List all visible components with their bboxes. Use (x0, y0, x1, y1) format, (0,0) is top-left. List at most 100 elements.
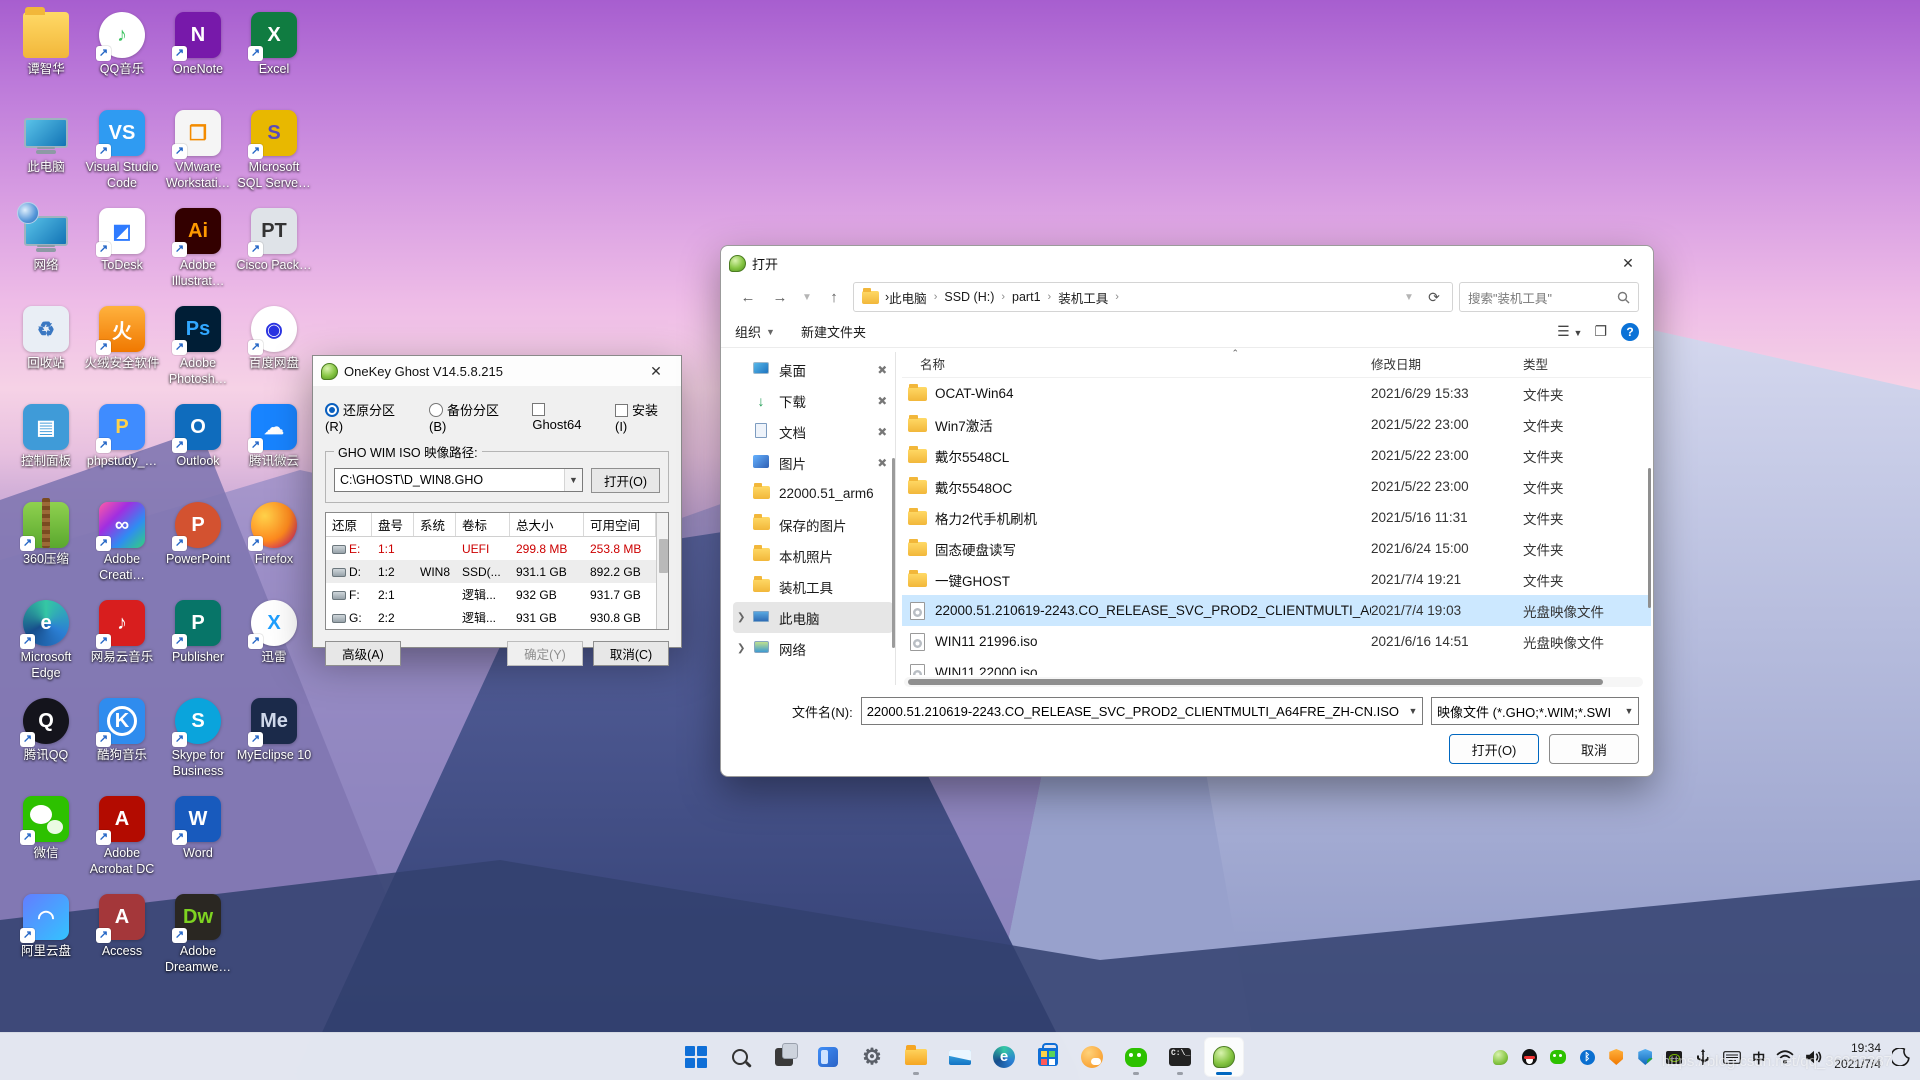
tray-defender-icon[interactable] (1636, 1048, 1654, 1066)
partition-column-header[interactable]: 还原 (326, 513, 372, 536)
desktop-icon-acrobat[interactable]: AAdobe Acrobat DC (84, 796, 160, 877)
desktop-icon-publisher[interactable]: PPublisher (160, 600, 236, 666)
desktop-icon-photoshop[interactable]: PsAdobe Photosh… (160, 306, 236, 387)
desktop-icon-outlook[interactable]: OOutlook (160, 404, 236, 470)
file-row[interactable]: 固态硬盘读写 2021/6/24 15:00 文件夹 (902, 533, 1651, 564)
desktop-icon-control[interactable]: ▤ 控制面板 (8, 404, 84, 470)
file-row[interactable]: WIN11 21996.iso 2021/6/16 14:51 光盘映像文件 (902, 626, 1651, 657)
desktop-icon-excel[interactable]: XExcel (236, 12, 312, 78)
desktop-icon-cisco[interactable]: PTCisco Pack… (236, 208, 312, 274)
breadcrumb-item[interactable]: 装机工具 (1058, 288, 1108, 307)
open-dialog-close-button[interactable]: ✕ (1611, 251, 1645, 275)
taskbar-start-button[interactable] (676, 1037, 716, 1077)
desktop-icon-huorong[interactable]: 火火绒安全软件 (84, 306, 160, 372)
breadcrumb-item[interactable]: SSD (H:) (944, 290, 994, 304)
file-row[interactable]: 格力2代手机刷机 2021/5/16 11:31 文件夹 (902, 502, 1651, 533)
file-row[interactable]: 戴尔5548OC 2021/5/22 23:00 文件夹 (902, 471, 1651, 502)
new-folder-button[interactable]: 新建文件夹 (801, 322, 866, 341)
back-button[interactable]: ← (735, 284, 761, 310)
ghost64-checkbox[interactable]: Ghost64 (532, 402, 597, 432)
tray-usb-icon[interactable] (1694, 1048, 1712, 1066)
desktop-icon-zip360[interactable]: 360压缩 (8, 498, 84, 568)
sidebar-item-下载[interactable]: ↓ 下载 ✚ (733, 385, 893, 416)
desktop-icon-qqmusic[interactable]: ♪QQ音乐 (84, 12, 160, 78)
taskbar-onekey-ghost-button[interactable] (1204, 1037, 1244, 1077)
sidebar-item-本机照片[interactable]: 本机照片 (733, 540, 893, 571)
organize-menu[interactable]: 组织 ▼ (735, 322, 775, 341)
partition-column-header[interactable]: 系统 (414, 513, 456, 536)
taskbar-search-button[interactable] (720, 1037, 760, 1077)
desktop-icon-illustrator[interactable]: AiAdobe Illustrat… (160, 208, 236, 289)
desktop-icon-network[interactable]: 网络 (8, 202, 84, 274)
partition-table-scrollbar[interactable] (656, 513, 668, 629)
backup-partition-radio[interactable]: 备份分区(B) (429, 400, 514, 434)
tray-huorong-icon[interactable] (1607, 1048, 1625, 1066)
horizontal-scrollbar[interactable] (904, 677, 1643, 687)
desktop-icon-wechat[interactable]: 微信 (8, 796, 84, 862)
desktop-icon-phpstudy[interactable]: Pphpstudy_… (84, 404, 160, 470)
desktop-icon-netease[interactable]: ♪网易云音乐 (84, 600, 160, 666)
breadcrumb-item[interactable]: 此电脑 (889, 288, 927, 307)
sidebar-item-保存的图片[interactable]: 保存的图片 (733, 509, 893, 540)
ghost-browse-open-button[interactable]: 打开(O) (590, 468, 660, 493)
desktop-icon-edge[interactable]: eMicrosoft Edge (8, 600, 84, 681)
breadcrumb-item[interactable]: part1 (1012, 290, 1041, 304)
desktop-icon-vmware[interactable]: ❒VMware Workstati… (160, 110, 236, 191)
image-path-combobox[interactable]: C:\GHOST\D_WIN8.GHO ▼ (334, 468, 583, 492)
tray-wechat-icon[interactable] (1549, 1048, 1567, 1066)
install-checkbox[interactable]: 安装(I) (614, 400, 669, 434)
expand-chevron-icon[interactable]: ❯ (737, 612, 751, 623)
tray-qq-icon[interactable] (1520, 1048, 1538, 1066)
partition-row[interactable]: G: 2:2 逻辑... 931 GB 930.8 GB (326, 606, 656, 629)
forward-button[interactable]: → (767, 284, 793, 310)
partition-column-header[interactable]: 总大小 (510, 513, 584, 536)
partition-row[interactable]: E: 1:1 UEFI 299.8 MB 253.8 MB (326, 537, 656, 560)
help-icon[interactable]: ? (1621, 322, 1639, 341)
desktop-icon-vscode[interactable]: VSVisual Studio Code (84, 110, 160, 191)
desktop-icon-skype[interactable]: SSkype for Business (160, 698, 236, 779)
column-header-type[interactable]: 类型 (1523, 354, 1651, 377)
volume-icon[interactable] (1805, 1048, 1823, 1066)
desktop-icon-folder[interactable]: 谭智华 (8, 7, 84, 78)
expand-chevron-icon[interactable]: ❯ (737, 643, 751, 654)
refresh-icon[interactable]: ⟳ (1422, 289, 1446, 306)
tray-keyboard-icon[interactable] (1723, 1048, 1742, 1066)
taskbar-task-view-button[interactable] (764, 1037, 804, 1077)
cancel-button[interactable]: 取消 (1549, 734, 1639, 764)
file-row[interactable]: 22000.51.210619-2243.CO_RELEASE_SVC_PROD… (902, 595, 1651, 626)
partition-row[interactable]: D: 1:2 WIN8 SSD(... 931.1 GB 892.2 GB (326, 560, 656, 583)
file-row[interactable]: WIN11 22000.iso (902, 657, 1651, 675)
file-row[interactable]: 一键GHOST 2021/7/4 19:21 文件夹 (902, 564, 1651, 595)
partition-column-header[interactable]: 卷标 (456, 513, 510, 536)
taskbar-file-explorer-button[interactable] (896, 1037, 936, 1077)
up-button[interactable]: ↑ (821, 284, 847, 310)
taskbar-microsoft-store-button[interactable] (1028, 1037, 1068, 1077)
desktop-icon-dreamweaver[interactable]: DwAdobe Dreamwe… (160, 894, 236, 975)
tray-nvidia-icon[interactable] (1665, 1048, 1683, 1066)
preview-pane-icon[interactable]: ❐ (1594, 323, 1607, 340)
open-button[interactable]: 打开(O) (1449, 734, 1539, 764)
address-bar[interactable]: › 此电脑 › SSD (H:) › part1 › 装机工具 › ▼ ⟳ (853, 282, 1453, 312)
partition-row[interactable]: F: 2:1 逻辑... 932 GB 931.7 GB (326, 583, 656, 606)
taskbar-widgets-button[interactable] (808, 1037, 848, 1077)
partition-column-header[interactable]: 可用空间 (584, 513, 656, 536)
wifi-icon[interactable] (1776, 1048, 1794, 1066)
sidebar-item-图片[interactable]: 图片 ✚ (733, 447, 893, 478)
taskbar-clock[interactable]: 19:34 2021/7/4 (1834, 1041, 1881, 1072)
file-row[interactable]: 戴尔5548CL 2021/5/22 23:00 文件夹 (902, 440, 1651, 471)
desktop-icon-sqlserver[interactable]: SMicrosoft SQL Serve… (236, 110, 312, 191)
advanced-button[interactable]: 高级(A) (325, 641, 401, 666)
chevron-down-icon[interactable]: ▼ (1620, 698, 1638, 724)
desktop-icon-aliyun[interactable]: ◠阿里云盘 (8, 894, 84, 960)
filename-combobox[interactable]: 22000.51.210619-2243.CO_RELEASE_SVC_PROD… (860, 697, 1423, 725)
desktop-icon-xunlei[interactable]: X迅雷 (236, 600, 312, 666)
desktop-icon-firefox[interactable]: Firefox (236, 502, 312, 568)
taskbar-wechat-button[interactable] (1116, 1037, 1156, 1077)
file-row[interactable]: OCAT-Win64 2021/6/29 15:33 文件夹 (902, 378, 1651, 409)
desktop-icon-access[interactable]: AAccess (84, 894, 160, 960)
recent-locations-chevron[interactable]: ▼ (799, 284, 815, 310)
desktop-icon-adobecc[interactable]: ∞Adobe Creati… (84, 502, 160, 583)
partition-column-header[interactable]: 盘号 (372, 513, 414, 536)
desktop-icon-word[interactable]: WWord (160, 796, 236, 862)
taskbar-mail-button[interactable] (940, 1037, 980, 1077)
